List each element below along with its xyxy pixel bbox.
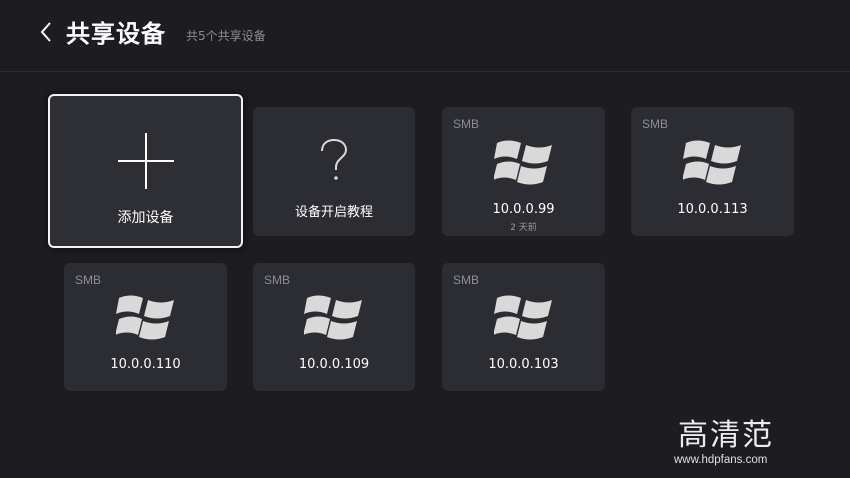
question-icon (321, 139, 348, 180)
last-seen-label: 2 天前 (510, 223, 537, 233)
chevron-left-icon (40, 22, 51, 42)
windows-icon (304, 295, 362, 340)
windows-icon (493, 295, 552, 340)
device-ip: 10.0.0.113 (677, 202, 748, 217)
device-card-10-0-0-99[interactable]: SMB 10.0.0.99 2 天前 (442, 107, 605, 236)
watermark-url: www.hdpfans.com (674, 454, 768, 466)
device-ip: 10.0.0.99 (492, 202, 555, 217)
tutorial-label: 设备开启教程 (294, 205, 373, 220)
watermark-logo: 高清范 (678, 418, 774, 453)
device-card-10-0-0-113[interactable]: SMB 10.0.0.113 (631, 107, 794, 236)
device-count-subtitle: 共5个共享设备 (186, 29, 266, 43)
add-device-card[interactable]: 添加设备 (48, 94, 243, 248)
watermark: 高清范 www.hdpfans.com (668, 410, 793, 470)
protocol-label: SMB (453, 117, 480, 131)
protocol-label: SMB (642, 117, 669, 131)
windows-icon (682, 140, 741, 185)
device-ip: 10.0.0.110 (110, 357, 181, 372)
back-button[interactable] (34, 19, 58, 45)
device-card-10-0-0-103[interactable]: SMB 10.0.0.103 (442, 263, 605, 391)
header-divider (0, 71, 850, 72)
protocol-label: SMB (453, 273, 480, 287)
device-ip: 10.0.0.103 (488, 357, 559, 372)
header: 共享设备 共5个共享设备 (0, 0, 850, 70)
protocol-label: SMB (264, 273, 291, 287)
device-ip: 10.0.0.109 (298, 357, 370, 372)
protocol-label: SMB (75, 273, 102, 287)
add-device-label: 添加设备 (117, 210, 174, 226)
plus-icon (117, 133, 174, 189)
tutorial-card[interactable]: 设备开启教程 (253, 107, 415, 236)
device-card-10-0-0-109[interactable]: SMB 10.0.0.109 (253, 263, 415, 391)
device-card-10-0-0-110[interactable]: SMB 10.0.0.110 (64, 263, 227, 391)
windows-icon (493, 140, 552, 185)
windows-icon (115, 295, 174, 340)
page-title: 共享设备 (66, 20, 166, 48)
